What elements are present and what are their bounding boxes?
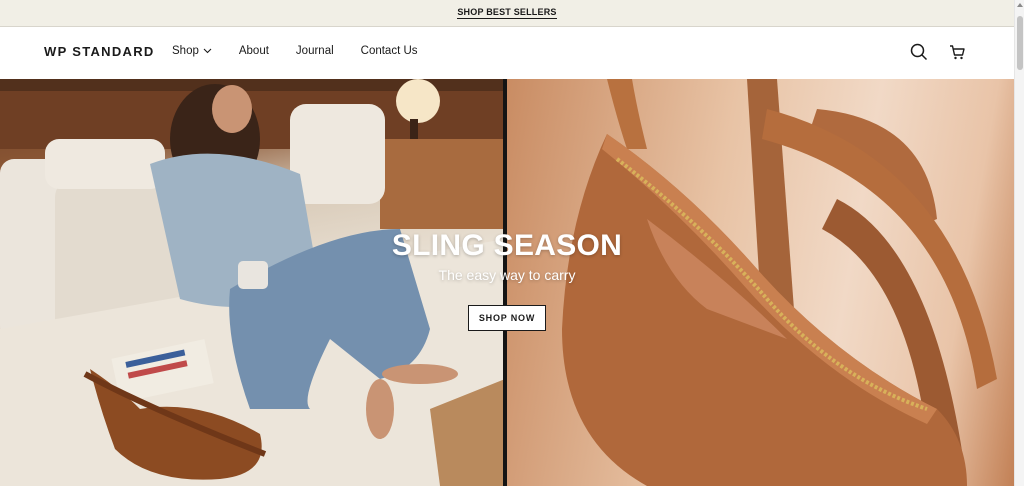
page-scrollbar[interactable] xyxy=(1014,0,1024,486)
scrollbar-thumb[interactable] xyxy=(1017,16,1023,70)
site-header: WP STANDARD Shop About Journal Contact U… xyxy=(0,27,1014,79)
shop-now-button[interactable]: SHOP NOW xyxy=(467,305,547,331)
nav-shop[interactable]: Shop xyxy=(172,45,212,57)
shop-best-sellers-link[interactable]: SHOP BEST SELLERS xyxy=(457,7,557,19)
nav-about[interactable]: About xyxy=(239,45,269,57)
nav-shop-label: Shop xyxy=(172,45,199,57)
hero-banner: SLING SEASON The easy way to carry SHOP … xyxy=(0,79,1014,486)
hero-title: SLING SEASON xyxy=(391,229,623,262)
announcement-bar: SHOP BEST SELLERS xyxy=(0,0,1014,27)
main-nav: Shop About Journal Contact Us xyxy=(172,45,445,57)
hero-overlay: SLING SEASON The easy way to carry SHOP … xyxy=(380,229,634,331)
nav-journal[interactable]: Journal xyxy=(296,45,334,57)
site-logo[interactable]: WP STANDARD xyxy=(44,44,155,59)
nav-contact[interactable]: Contact Us xyxy=(361,45,418,57)
header-icons xyxy=(892,41,968,63)
cart-icon[interactable] xyxy=(946,41,968,63)
chevron-down-icon xyxy=(203,48,212,54)
hero-subtitle: The easy way to carry xyxy=(438,267,576,283)
scroll-up-arrow-icon[interactable] xyxy=(1017,3,1023,7)
search-icon[interactable] xyxy=(908,41,930,63)
